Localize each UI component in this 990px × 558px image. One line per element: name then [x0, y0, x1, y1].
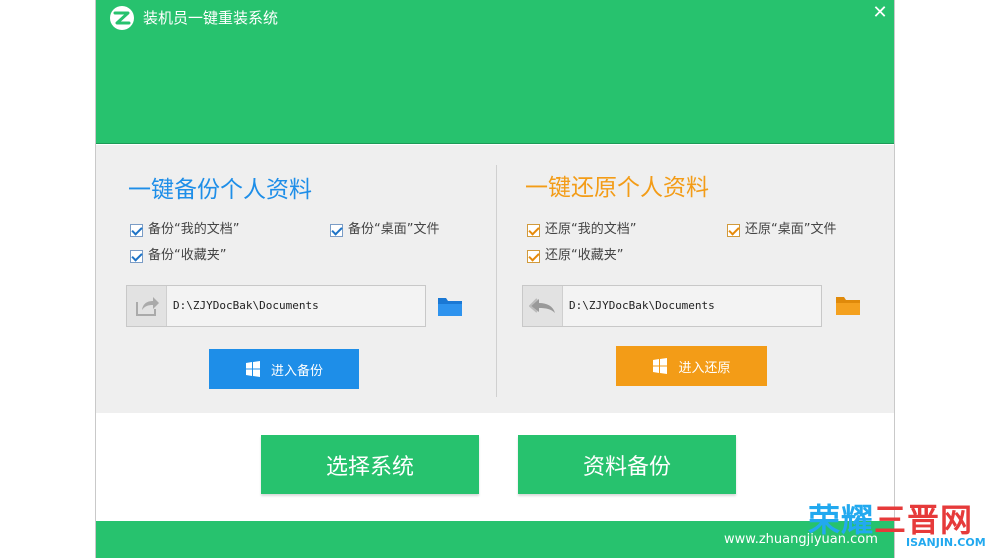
- restore-mydocs-label: 还原“我的文档”: [545, 222, 637, 237]
- windows-icon: [245, 361, 260, 377]
- backup-path-field[interactable]: D:\ZJYDocBak\Documents: [126, 285, 426, 327]
- undo-icon: [523, 286, 563, 326]
- watermark-logo: 荣耀三晋网: [808, 500, 973, 540]
- restore-favorites-checkbox[interactable]: 还原“收藏夹”: [527, 248, 623, 264]
- backup-path-text: D:\ZJYDocBak\Documents: [173, 299, 319, 312]
- restore-desktop-label: 还原“桌面”文件: [745, 222, 837, 237]
- backup-mydocs-label: 备份“我的文档”: [148, 222, 240, 237]
- folder-icon[interactable]: [437, 295, 463, 317]
- checkbox-icon: [330, 223, 343, 237]
- backup-favorites-checkbox[interactable]: 备份“收藏夹”: [130, 248, 226, 264]
- section-divider: [496, 165, 497, 397]
- folder-icon[interactable]: [835, 294, 861, 316]
- restore-path-field[interactable]: D:\ZJYDocBak\Documents: [522, 285, 822, 327]
- app-title: 装机员一键重装系统: [143, 9, 279, 27]
- checkbox-icon: [130, 223, 143, 237]
- enter-restore-label: 进入还原: [678, 360, 731, 376]
- data-backup-button[interactable]: 资料备份: [518, 435, 736, 494]
- backup-restore-panel: 一键备份个人资料 备份“我的文档” 备份“桌面”文件 备份“收藏夹” D:\ZJ…: [96, 145, 894, 413]
- checkbox-icon: [727, 223, 740, 237]
- backup-mydocs-checkbox[interactable]: 备份“我的文档”: [130, 222, 239, 238]
- restore-favorites-label: 还原“收藏夹”: [545, 248, 624, 263]
- restore-mydocs-checkbox[interactable]: 还原“我的文档”: [527, 222, 636, 238]
- enter-restore-button[interactable]: 进入还原: [616, 346, 767, 386]
- checkbox-icon: [130, 249, 143, 263]
- app-logo-icon: [110, 6, 134, 30]
- backup-desktop-label: 备份“桌面”文件: [348, 222, 440, 237]
- share-icon: [127, 286, 167, 326]
- title-bar: 装机员一键重装系统 ✕: [96, 0, 894, 144]
- backup-desktop-checkbox[interactable]: 备份“桌面”文件: [330, 222, 439, 238]
- restore-section-title: 一键还原个人资料: [525, 175, 709, 201]
- checkbox-icon: [527, 249, 540, 263]
- backup-favorites-label: 备份“收藏夹”: [148, 248, 227, 263]
- backup-section-title: 一键备份个人资料: [128, 177, 312, 203]
- app-window: 装机员一键重装系统 ✕ 一键备份个人资料 备份“我的文档” 备份“桌面”文件 备…: [95, 0, 895, 558]
- checkbox-icon: [527, 223, 540, 237]
- watermark-blue-text: 荣耀: [808, 501, 875, 539]
- restore-path-text: D:\ZJYDocBak\Documents: [569, 299, 715, 312]
- enter-backup-button[interactable]: 进入备份: [209, 349, 359, 389]
- windows-icon: [653, 358, 668, 374]
- close-button[interactable]: ✕: [870, 2, 890, 24]
- watermark-subtext: ISANJIN.COM: [906, 536, 986, 549]
- select-system-button[interactable]: 选择系统: [261, 435, 479, 494]
- enter-backup-label: 进入备份: [270, 363, 323, 379]
- restore-desktop-checkbox[interactable]: 还原“桌面”文件: [727, 222, 836, 238]
- watermark-red-text: 三晋网: [874, 501, 974, 539]
